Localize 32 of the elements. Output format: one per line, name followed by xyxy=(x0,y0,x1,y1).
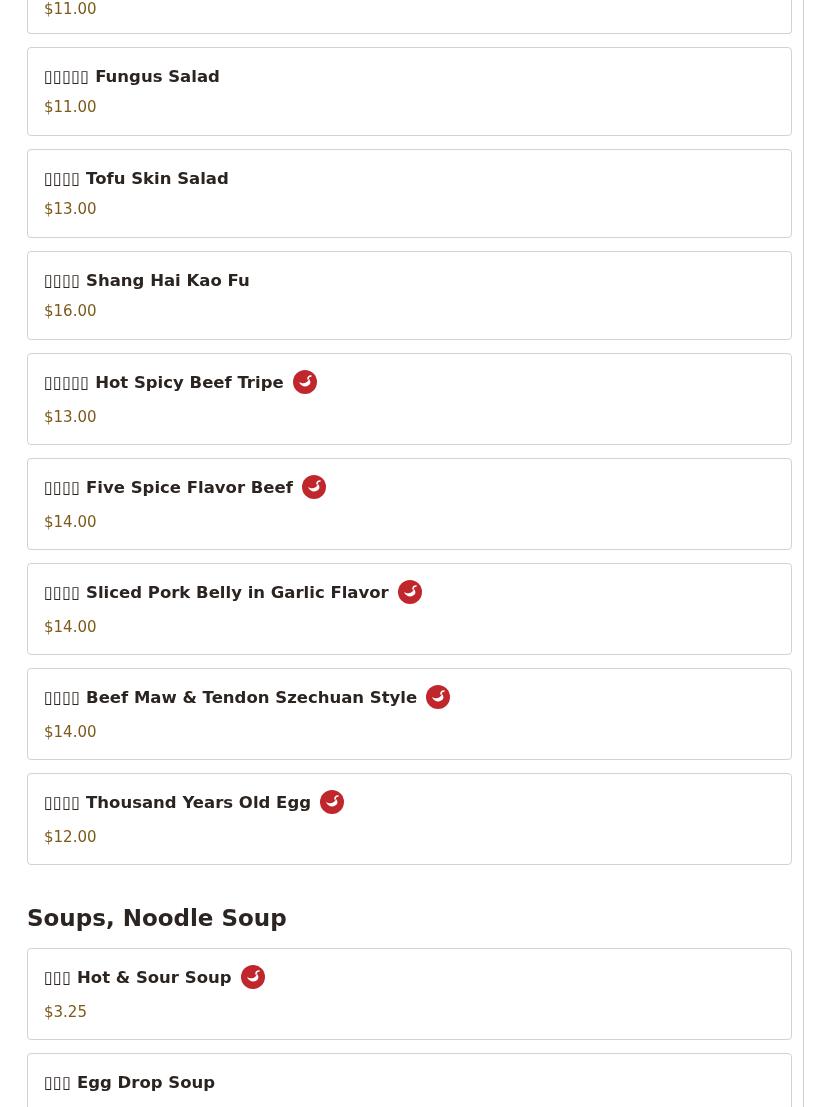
dish-name: ▯▯▯▯▯ Hot Spicy Beef Tripe xyxy=(44,372,284,392)
menu-item-card[interactable]: ▯▯▯▯ Sliced Pork Belly in Garlic Flavor $14.00 xyxy=(27,563,792,655)
dish-price: $3.25 xyxy=(44,1003,88,1021)
dish-name: ▯▯▯▯ Five Spice Flavor Beef xyxy=(44,477,293,497)
dish-price: $12.00 xyxy=(44,828,98,846)
menu-item-card[interactable]: ▯▯▯▯ Thousand Years Old Egg $12.00 xyxy=(27,773,792,865)
dish-name: ▯▯▯ Egg Drop Soup xyxy=(44,1072,216,1092)
dish-name: ▯▯▯▯ Thousand Years Old Egg xyxy=(44,792,311,812)
menu-item-card[interactable]: ▯▯▯ Egg Drop Soup xyxy=(27,1053,792,1107)
menu-item-card[interactable]: ▯▯▯▯▯ Hot Spicy Beef Tripe $13.00 xyxy=(27,353,792,445)
section-heading: Soups, Noodle Soup xyxy=(27,905,288,931)
dish-name: ▯▯▯▯ Shang Hai Kao Fu xyxy=(44,270,250,290)
menu-item-card[interactable]: $11.00 xyxy=(27,0,792,34)
menu-item-card[interactable]: ▯▯▯▯ Tofu Skin Salad $13.00 xyxy=(27,149,792,238)
dish-name: ▯▯▯▯ Beef Maw & Tendon Szechuan Style xyxy=(44,687,418,707)
dish-price: $13.00 xyxy=(44,200,98,218)
dish-name: ▯▯▯ Hot & Sour Soup xyxy=(44,967,232,987)
menu-item-card[interactable]: ▯▯▯▯ Five Spice Flavor Beef $14.00 xyxy=(27,458,792,550)
menu-item-card[interactable]: ▯▯▯▯ Shang Hai Kao Fu $16.00 xyxy=(27,251,792,340)
dish-price: $14.00 xyxy=(44,513,98,531)
menu-item-card[interactable]: ▯▯▯ Hot & Sour Soup $3.25 xyxy=(27,948,792,1040)
dish-name: ▯▯▯▯ Sliced Pork Belly in Garlic Flavor xyxy=(44,582,389,602)
dish-price: $11.00 xyxy=(44,0,98,18)
dish-price: $13.00 xyxy=(44,408,98,426)
dish-name: ▯▯▯▯▯ Fungus Salad xyxy=(44,66,220,86)
dish-price: $14.00 xyxy=(44,618,98,636)
dish-price: $16.00 xyxy=(44,302,98,320)
menu-item-card[interactable]: ▯▯▯▯▯ Fungus Salad $11.00 xyxy=(27,47,792,136)
dish-price: $14.00 xyxy=(44,723,98,741)
dish-name: ▯▯▯▯ Tofu Skin Salad xyxy=(44,168,229,188)
menu-item-card[interactable]: ▯▯▯▯ Beef Maw & Tendon Szechuan Style $14.00 xyxy=(27,668,792,760)
dish-price: $11.00 xyxy=(44,98,98,116)
